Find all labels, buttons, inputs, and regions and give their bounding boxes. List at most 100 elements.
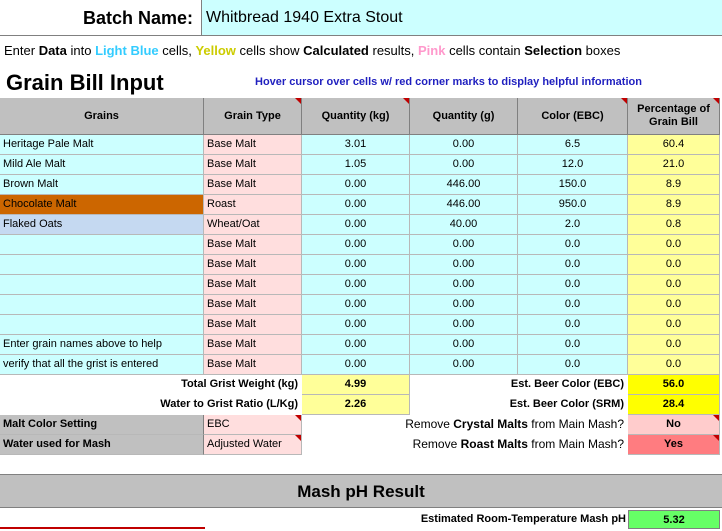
grain-type-select[interactable]: Base Malt <box>204 335 302 355</box>
quantity-g-cell[interactable]: 0.00 <box>410 355 518 375</box>
bottom-divider <box>0 527 205 529</box>
percentage-cell: 0.0 <box>628 335 720 355</box>
remove-roast-select[interactable]: Yes <box>628 435 720 455</box>
quantity-g-cell[interactable]: 0.00 <box>410 255 518 275</box>
quantity-g-cell[interactable]: 446.00 <box>410 175 518 195</box>
quantity-kg-cell[interactable]: 0.00 <box>302 295 410 315</box>
grain-type-select[interactable]: Base Malt <box>204 315 302 335</box>
batch-label: Batch Name: <box>0 0 202 36</box>
color-ebc-cell[interactable]: 0.0 <box>518 335 628 355</box>
mash-ph-value: 5.32 <box>628 510 720 529</box>
quantity-kg-cell[interactable]: 0.00 <box>302 195 410 215</box>
percentage-cell: 21.0 <box>628 155 720 175</box>
remove-crystal-select[interactable]: No <box>628 415 720 435</box>
malt-color-setting-select[interactable]: EBC <box>204 415 302 435</box>
percentage-cell: 0.0 <box>628 355 720 375</box>
quantity-g-cell[interactable]: 0.00 <box>410 295 518 315</box>
section-title: Grain Bill Input <box>6 70 164 95</box>
quantity-kg-cell[interactable]: 0.00 <box>302 255 410 275</box>
color-ebc-cell[interactable]: 0.0 <box>518 255 628 275</box>
grain-type-select[interactable]: Base Malt <box>204 355 302 375</box>
percentage-cell: 0.0 <box>628 275 720 295</box>
remove-roast-label: Remove Roast Malts from Main Mash? <box>412 437 624 451</box>
grain-name-cell[interactable]: Chocolate Malt <box>0 195 204 215</box>
percentage-cell: 0.0 <box>628 295 720 315</box>
percentage-cell: 8.9 <box>628 175 720 195</box>
quantity-g-cell[interactable]: 0.00 <box>410 155 518 175</box>
grain-name-cell[interactable]: Flaked Oats <box>0 215 204 235</box>
percentage-cell: 0.0 <box>628 235 720 255</box>
batch-name-input[interactable]: Whitbread 1940 Extra Stout <box>202 0 722 36</box>
quantity-kg-cell[interactable]: 1.05 <box>302 155 410 175</box>
mash-ph-header: Mash pH Result <box>0 474 722 508</box>
remove-crystal-label: Remove Crystal Malts from Main Mash? <box>405 417 624 431</box>
percentage-cell: 0.0 <box>628 255 720 275</box>
total-grist-label: Total Grist Weight (kg) <box>181 378 298 390</box>
percentage-cell: 8.9 <box>628 195 720 215</box>
grain-type-select[interactable]: Base Malt <box>204 155 302 175</box>
quantity-kg-cell[interactable]: 0.00 <box>302 235 410 255</box>
col-header-quantity-g: Quantity (g) <box>410 98 518 135</box>
col-header-percentage: Percentage of Grain Bill <box>628 98 720 135</box>
quantity-g-cell[interactable]: 0.00 <box>410 275 518 295</box>
grain-type-select[interactable]: Base Malt <box>204 135 302 155</box>
grain-name-cell[interactable]: Enter grain names above to help <box>0 335 204 355</box>
est-color-srm-label: Est. Beer Color (SRM) <box>509 398 624 410</box>
quantity-kg-cell[interactable]: 0.00 <box>302 215 410 235</box>
quantity-g-cell[interactable]: 0.00 <box>410 235 518 255</box>
quantity-kg-cell[interactable]: 0.00 <box>302 315 410 335</box>
quantity-kg-cell[interactable]: 0.00 <box>302 355 410 375</box>
grain-name-cell[interactable] <box>0 235 204 255</box>
grain-type-select[interactable]: Base Malt <box>204 275 302 295</box>
col-header-grains: Grains <box>0 98 204 135</box>
water-grist-ratio-label: Water to Grist Ratio (L/Kg) <box>160 398 298 410</box>
color-ebc-cell[interactable]: 2.0 <box>518 215 628 235</box>
color-ebc-cell[interactable]: 12.0 <box>518 155 628 175</box>
grain-name-cell[interactable] <box>0 315 204 335</box>
col-header-grain-type: Grain Type <box>204 98 302 135</box>
mash-ph-label: Estimated Room-Temperature Mash pH <box>420 513 626 525</box>
grain-type-select[interactable]: Base Malt <box>204 175 302 195</box>
grain-name-cell[interactable] <box>0 295 204 315</box>
color-ebc-cell[interactable]: 0.0 <box>518 235 628 255</box>
percentage-cell: 0.8 <box>628 215 720 235</box>
quantity-g-cell[interactable]: 0.00 <box>410 335 518 355</box>
quantity-kg-cell[interactable]: 0.00 <box>302 175 410 195</box>
quantity-g-cell[interactable]: 0.00 <box>410 135 518 155</box>
grain-name-cell[interactable]: Mild Ale Malt <box>0 155 204 175</box>
quantity-g-cell[interactable]: 0.00 <box>410 315 518 335</box>
color-ebc-cell[interactable]: 0.0 <box>518 295 628 315</box>
instructions-text: Enter Data into Light Blue cells, Yellow… <box>4 43 621 58</box>
malt-color-setting-label: Malt Color Setting <box>0 415 204 435</box>
grain-name-cell[interactable] <box>0 255 204 275</box>
grain-type-select[interactable]: Base Malt <box>204 235 302 255</box>
hover-note: Hover cursor over cells w/ red corner ma… <box>255 76 642 88</box>
est-color-ebc-value: 56.0 <box>628 375 720 395</box>
grain-name-cell[interactable] <box>0 275 204 295</box>
grain-type-select[interactable]: Base Malt <box>204 295 302 315</box>
water-used-label: Water used for Mash <box>0 435 204 455</box>
color-ebc-cell[interactable]: 0.0 <box>518 355 628 375</box>
est-color-ebc-label: Est. Beer Color (EBC) <box>510 378 624 390</box>
color-ebc-cell[interactable]: 150.0 <box>518 175 628 195</box>
water-grist-ratio-value: 2.26 <box>302 395 410 415</box>
color-ebc-cell[interactable]: 950.0 <box>518 195 628 215</box>
col-header-color-ebc: Color (EBC) <box>518 98 628 135</box>
quantity-kg-cell[interactable]: 0.00 <box>302 335 410 355</box>
grain-name-cell[interactable]: Brown Malt <box>0 175 204 195</box>
quantity-kg-cell[interactable]: 3.01 <box>302 135 410 155</box>
water-used-select[interactable]: Adjusted Water <box>204 435 302 455</box>
quantity-g-cell[interactable]: 446.00 <box>410 195 518 215</box>
color-ebc-cell[interactable]: 0.0 <box>518 275 628 295</box>
quantity-kg-cell[interactable]: 0.00 <box>302 275 410 295</box>
color-ebc-cell[interactable]: 0.0 <box>518 315 628 335</box>
grain-type-select[interactable]: Roast <box>204 195 302 215</box>
grain-name-cell[interactable]: verify that all the grist is entered <box>0 355 204 375</box>
est-color-srm-value: 28.4 <box>628 395 720 415</box>
color-ebc-cell[interactable]: 6.5 <box>518 135 628 155</box>
grain-type-select[interactable]: Base Malt <box>204 255 302 275</box>
grain-type-select[interactable]: Wheat/Oat <box>204 215 302 235</box>
percentage-cell: 60.4 <box>628 135 720 155</box>
grain-name-cell[interactable]: Heritage Pale Malt <box>0 135 204 155</box>
quantity-g-cell[interactable]: 40.00 <box>410 215 518 235</box>
